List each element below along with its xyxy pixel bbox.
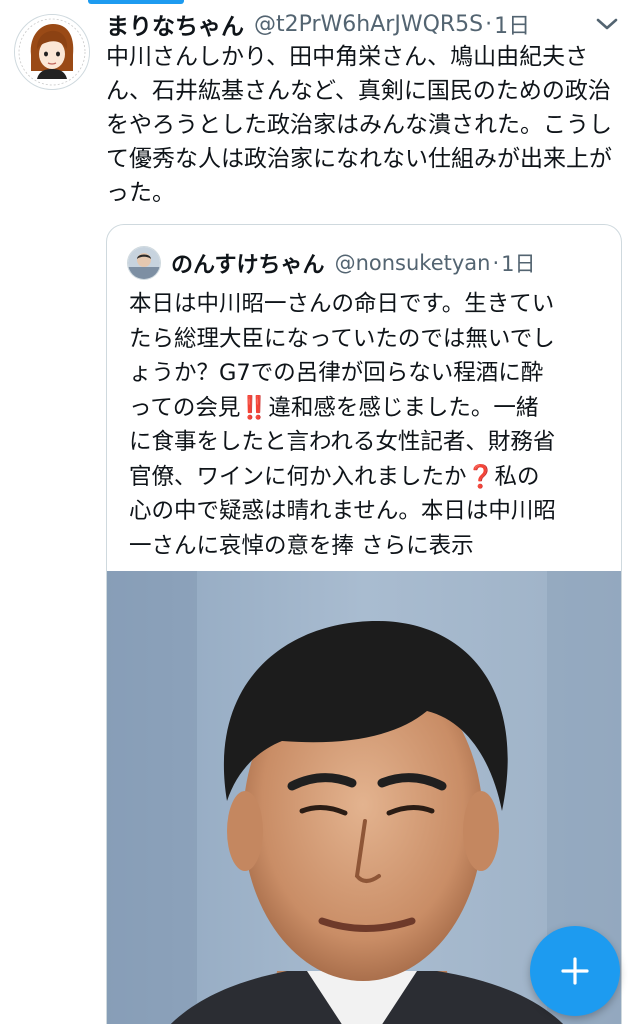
quoted-tweet-card[interactable]: のんすけちゃん @nonsuketyan · 1日 本日は中川昭一さんの命日です… — [106, 224, 622, 1024]
quoted-text-line: 心の中で疑惑は晴れません。本日は中川昭 — [129, 498, 556, 524]
tweet-separator: · — [485, 11, 493, 37]
question-mark-icon: ❓ — [466, 463, 495, 490]
quoted-text-line: に食事をしたと言われる女性記者、財務省 — [129, 429, 556, 455]
tweet-display-name[interactable]: まりなちゃん — [106, 8, 244, 40]
compose-plus-icon — [561, 957, 589, 985]
double-exclamation-icon: ‼️ — [240, 394, 269, 421]
scroll-indicator — [88, 0, 184, 4]
tweet-body-text: 中川さんしかり、田中角栄さん、鳩山由紀夫さん、石井紘基さんなど、真剣に国民のため… — [106, 44, 612, 206]
quoted-separator: · — [492, 251, 500, 275]
tweet-header: まりなちゃん @t2PrW6hArJWQR5S · 1日 — [106, 8, 586, 41]
quoted-text-line: ょうか？G7での呂律が回らない程酒に酔 — [129, 360, 544, 386]
quoted-avatar-photo-icon — [128, 247, 160, 279]
quoted-text-segment: 官僚、ワインに何か入れましたか — [129, 463, 467, 490]
quoted-text-segment: 一さんに哀悼の意を捧 — [129, 532, 355, 559]
quoted-text-line: 一さんに哀悼の意を捧 さらに表示 — [129, 529, 609, 564]
quoted-text-line: 官僚、ワインに何か入れましたか❓私の — [129, 460, 609, 495]
quoted-timestamp: 1日 — [501, 252, 536, 276]
quoted-text-line: たら総理大臣になっていたのでは無いでし — [129, 325, 555, 352]
quoted-text-segment: 私の — [494, 463, 540, 490]
more-options-icon[interactable] — [590, 12, 624, 36]
quoted-text-line: っての会見‼️違和感を感じました。一緒 — [129, 391, 609, 426]
quoted-text-line: 本日は中川昭一さんの命日です。生きてい — [129, 291, 555, 317]
twitter-timeline-screen: まりなちゃん @t2PrW6hArJWQR5S · 1日 中川さんしかり、田中角… — [0, 0, 636, 1024]
quoted-display-name: のんすけちゃん — [171, 253, 325, 278]
quoted-text-segment: 違和感を感じました。一緒 — [268, 394, 539, 421]
show-more-link[interactable]: さらに表示 — [361, 533, 474, 559]
tweet-handle[interactable]: @t2PrW6hArJWQR5S — [254, 12, 483, 37]
illustrated-woman-avatar-icon — [15, 15, 89, 89]
quoted-text-segment: っての会見 — [129, 394, 241, 421]
quoted-tweet-header: のんすけちゃん @nonsuketyan · 1日 — [127, 245, 607, 281]
user-avatar[interactable] — [14, 14, 90, 90]
quoted-user-avatar — [127, 246, 161, 280]
tweet-timestamp[interactable]: 1日 — [494, 8, 530, 40]
compose-tweet-button[interactable] — [530, 926, 620, 1016]
quoted-handle: @nonsuketyan — [334, 251, 491, 275]
quoted-tweet-text: 本日は中川昭一さんの命日です。生きてい たら総理大臣になっていたのでは無いでし … — [129, 287, 609, 563]
